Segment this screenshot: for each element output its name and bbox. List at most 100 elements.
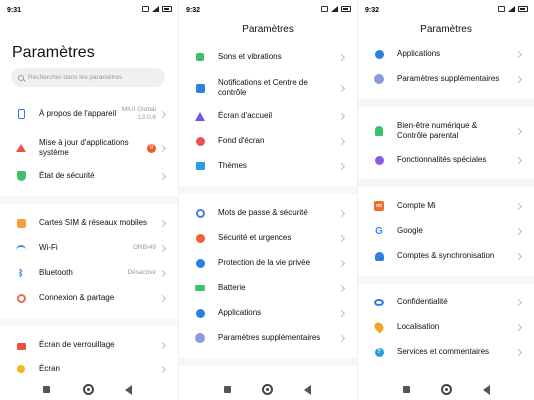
section-divider (358, 99, 534, 107)
chevron-right-icon (158, 269, 167, 277)
emergency-icon (195, 233, 205, 243)
settings-item-notifications[interactable]: Notifications et Centre de contrôle (179, 77, 357, 99)
settings-item-additional[interactable]: Paramètres supplémentaires (179, 332, 357, 344)
status-time: 9:32 (186, 7, 201, 14)
person-icon (374, 251, 384, 261)
wifi-icon (16, 243, 26, 253)
settings-item-label: Fonctionnalités spéciales (397, 155, 487, 164)
settings-item-wifi[interactable]: Wi-Fi ORBI49 (0, 242, 178, 254)
settings-item-feedback[interactable]: ? Services et commentaires (358, 346, 534, 358)
settings-item-accounts-sync[interactable]: Comptes & synchronisation (358, 250, 534, 262)
settings-item-label: Fond d'écran (218, 136, 265, 145)
chevron-right-icon (514, 252, 523, 260)
settings-item-special-features[interactable]: Fonctionnalités spéciales (358, 154, 534, 166)
chevron-right-icon (337, 234, 346, 242)
settings-item-additional[interactable]: Paramètres supplémentaires (358, 73, 534, 85)
settings-item-lock-screen[interactable]: Écran de verrouillage (0, 339, 178, 351)
settings-panel-main: 9:31 Paramètres Rechercher dans les para… (0, 0, 178, 400)
settings-item-value: ORBI49 (132, 244, 156, 251)
notification-icon (321, 6, 328, 12)
settings-item-passwords[interactable]: Mots de passe & sécurité (179, 207, 357, 219)
sun-icon (16, 364, 26, 374)
chevron-right-icon (514, 227, 523, 235)
navigation-bar (358, 380, 534, 400)
chevron-right-icon (514, 202, 523, 210)
section-divider (358, 179, 534, 187)
chevron-right-icon (337, 162, 346, 170)
settings-item-value: Désactivé (127, 269, 156, 276)
chevron-right-icon (337, 284, 346, 292)
signal-icon (508, 6, 515, 12)
settings-item-label: Localisation (397, 322, 440, 331)
settings-item-display[interactable]: Écran (0, 363, 178, 375)
chevron-right-icon (158, 110, 167, 118)
section-divider (179, 186, 357, 194)
settings-item-label: Services et commentaires (397, 347, 490, 356)
brush-icon (195, 161, 205, 171)
settings-item-applications[interactable]: Applications (179, 307, 357, 319)
search-placeholder: Rechercher dans les paramètres (28, 74, 123, 81)
settings-item-google[interactable]: G Google (358, 225, 534, 237)
settings-item-mi-account[interactable]: mi Compte Mi (358, 200, 534, 212)
more-icon (195, 333, 205, 343)
wellbeing-icon (374, 126, 384, 136)
chevron-right-icon (337, 112, 346, 120)
mi-account-icon: mi (374, 201, 384, 211)
google-icon: G (375, 225, 383, 237)
settings-item-privacy[interactable]: Confidentialité (358, 296, 534, 308)
home-button[interactable] (83, 384, 94, 395)
settings-item-themes[interactable]: Thèmes (179, 160, 357, 172)
status-bar: 9:32 (179, 0, 357, 20)
settings-item-label: À propos de l'appareil (39, 109, 117, 118)
recent-apps-button[interactable] (43, 386, 50, 393)
special-features-icon (374, 155, 384, 165)
recent-apps-button[interactable] (403, 386, 410, 393)
battery-icon (162, 6, 172, 12)
more-icon (374, 74, 384, 84)
chevron-right-icon (337, 137, 346, 145)
search-input[interactable]: Rechercher dans les paramètres (11, 68, 165, 87)
back-button[interactable] (483, 385, 490, 395)
settings-item-system-update[interactable]: Mise à jour d'applications système 8 (0, 137, 178, 159)
chevron-right-icon (514, 298, 523, 306)
battery-icon (518, 6, 528, 12)
settings-item-applications[interactable]: Applications (358, 48, 534, 60)
settings-item-wallpaper[interactable]: Fond d'écran (179, 135, 357, 147)
settings-item-location[interactable]: Localisation (358, 320, 534, 334)
home-button[interactable] (262, 384, 273, 395)
chevron-right-icon (514, 156, 523, 164)
status-bar: 9:32 (358, 0, 534, 20)
recent-apps-button[interactable] (224, 386, 231, 393)
settings-item-label: Mise à jour d'applications système (39, 138, 129, 157)
settings-item-battery[interactable]: Batterie (179, 282, 357, 294)
settings-item-label: Paramètres supplémentaires (218, 333, 321, 342)
back-button[interactable] (304, 385, 311, 395)
settings-item-label: Thèmes (218, 161, 247, 170)
settings-item-about[interactable]: À propos de l'appareil MIUI Global 13.0.… (0, 103, 178, 125)
settings-item-label: Applications (218, 308, 262, 317)
page-title: Paramètres (420, 24, 472, 35)
gear-icon (195, 308, 205, 318)
settings-item-label: Sécurité et urgences (218, 233, 292, 242)
chevron-right-icon (158, 144, 167, 152)
settings-item-sound[interactable]: Sons et vibrations (179, 51, 357, 63)
settings-item-connection-sharing[interactable]: Connexion & partage (0, 292, 178, 304)
phone-icon (16, 109, 26, 119)
home-icon (195, 111, 205, 121)
settings-item-security-status[interactable]: État de sécurité (0, 170, 178, 182)
settings-item-sim[interactable]: Cartes SIM & réseaux mobiles (0, 217, 178, 229)
settings-item-home-screen[interactable]: Écran d'accueil (179, 110, 357, 122)
settings-item-emergency[interactable]: Sécurité et urgences (179, 232, 357, 244)
settings-item-bluetooth[interactable]: ᛒ Bluetooth Désactivé (0, 267, 178, 279)
settings-item-label: Applications (397, 49, 441, 58)
settings-item-label: Compte Mi (397, 201, 436, 210)
settings-item-digital-wellbeing[interactable]: Bien-être numérique & Contrôle parental (358, 120, 534, 142)
status-time: 9:31 (7, 7, 22, 14)
eye-icon (374, 297, 384, 307)
settings-item-privacy-protection[interactable]: Protection de la vie privée (179, 257, 357, 269)
settings-item-label: Mots de passe & sécurité (218, 208, 308, 217)
home-button[interactable] (441, 384, 452, 395)
settings-item-label: Comptes & synchronisation (397, 251, 495, 260)
settings-panel-middle: 9:32 Paramètres Sons et vibrations Notif… (178, 0, 357, 400)
back-button[interactable] (125, 385, 132, 395)
